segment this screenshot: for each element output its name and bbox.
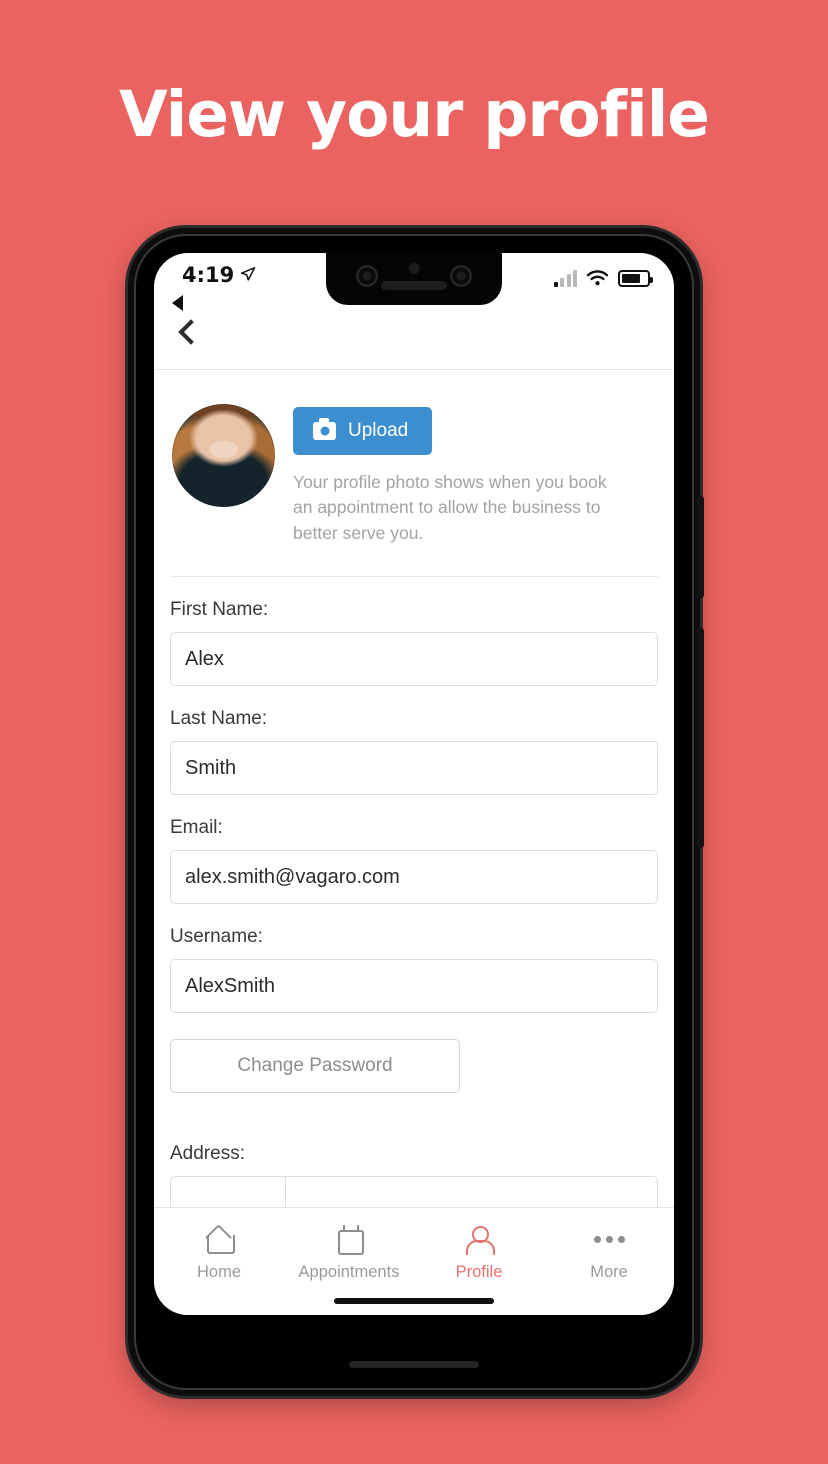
calendar-icon	[333, 1224, 365, 1255]
volume-button[interactable]	[697, 628, 704, 848]
avatar[interactable]	[172, 404, 275, 507]
phone-screen: 4:19 Upload Your profile photo shows whe…	[154, 253, 674, 1315]
photo-details: Upload Your profile photo shows when you…	[293, 404, 656, 546]
photo-helper-text: Your profile photo shows when you book a…	[293, 472, 607, 543]
status-time-label: 4:19	[182, 263, 235, 287]
tab-appointments[interactable]: Appointments	[284, 1224, 414, 1282]
camera-icon	[313, 418, 336, 440]
person-icon	[463, 1224, 495, 1255]
username-input[interactable]: AlexSmith	[170, 959, 658, 1014]
username-label: Username:	[170, 926, 263, 948]
battery-icon	[618, 270, 653, 287]
profile-form: First Name: Alex Last Name: Smith Email:…	[154, 577, 674, 1217]
wifi-icon	[586, 270, 609, 286]
tab-profile[interactable]: Profile	[414, 1224, 544, 1282]
camera-notch	[326, 253, 502, 305]
tab-profile-label: Profile	[455, 1263, 503, 1281]
tab-appointments-label: Appointments	[298, 1263, 400, 1281]
address-label: Address:	[170, 1143, 245, 1165]
tab-more[interactable]: More	[544, 1224, 674, 1282]
first-name-input[interactable]: Alex	[170, 632, 658, 687]
last-name-input[interactable]: Smith	[170, 741, 658, 796]
back-button[interactable]	[178, 319, 204, 345]
more-dots-icon	[593, 1224, 625, 1254]
nav-bar	[154, 311, 674, 369]
earpiece-speaker-icon	[381, 281, 447, 290]
status-time: 4:19	[182, 263, 256, 287]
last-name-label: Last Name:	[170, 708, 268, 730]
home-indicator[interactable]	[334, 1298, 494, 1304]
status-icons	[553, 265, 653, 287]
photo-section: Upload Your profile photo shows when you…	[154, 370, 674, 568]
camera-lens-left-icon	[356, 265, 378, 287]
field-first-name: First Name: Alex	[170, 599, 658, 687]
sensor-dot-icon	[408, 263, 420, 274]
home-icon	[203, 1224, 235, 1254]
camera-lens-right-icon	[450, 265, 472, 287]
email-label: Email:	[170, 817, 223, 839]
tab-home-label: Home	[196, 1263, 241, 1281]
cellular-signal-icon	[553, 269, 577, 287]
field-email: Email: alex.smith@vagaro.com	[170, 817, 658, 905]
upload-button[interactable]: Upload	[293, 407, 433, 455]
field-username: Username: AlexSmith	[170, 926, 658, 1014]
page-title: View your profile	[118, 78, 710, 151]
location-arrow-icon	[241, 267, 256, 281]
upload-button-label: Upload	[348, 420, 409, 441]
change-password-button[interactable]: Change Password	[170, 1039, 460, 1094]
power-button[interactable]	[697, 496, 704, 598]
speaker-grille	[349, 1361, 479, 1368]
email-input[interactable]: alex.smith@vagaro.com	[170, 850, 658, 905]
field-last-name: Last Name: Smith	[170, 708, 658, 796]
back-triangle-icon[interactable]	[172, 295, 183, 311]
tab-more-label: More	[590, 1263, 628, 1281]
tab-home[interactable]: Home	[154, 1224, 284, 1282]
first-name-label: First Name:	[170, 599, 269, 621]
phone-frame: 4:19 Upload Your profile photo shows whe…	[128, 228, 704, 1396]
profile-content: Upload Your profile photo shows when you…	[154, 370, 674, 1217]
